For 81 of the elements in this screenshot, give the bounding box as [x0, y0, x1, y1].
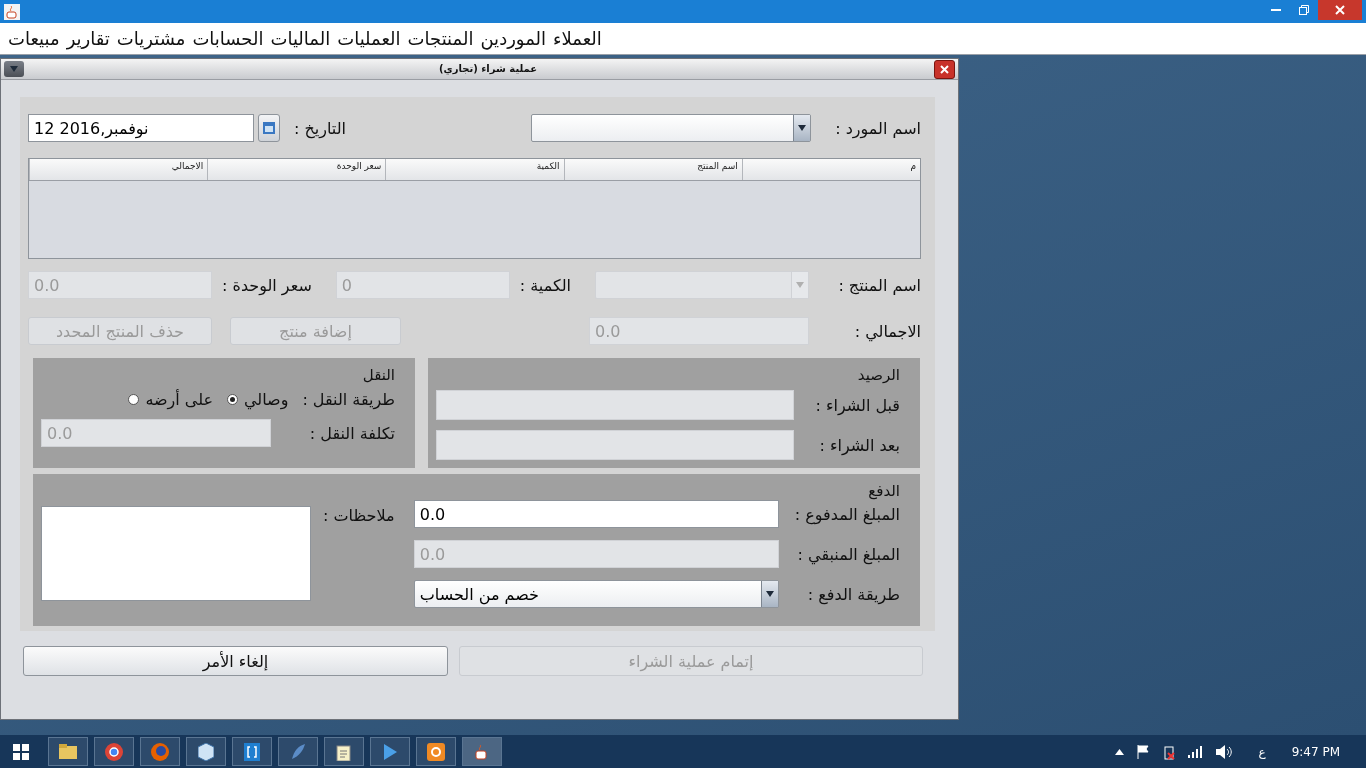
- field-label: طريقة النقل :: [302, 390, 395, 409]
- section-title: الرصيد: [857, 366, 900, 384]
- minimize-icon: [1271, 9, 1281, 11]
- dropdown[interactable]: خصم من الحساب: [413, 580, 779, 608]
- menu-item[interactable]: العملاء: [553, 28, 602, 49]
- feather-icon: [290, 742, 306, 761]
- radio-button[interactable]: [128, 394, 140, 405]
- dropdown[interactable]: [531, 114, 811, 142]
- field-label: المبلغ المنبقي :: [797, 544, 900, 564]
- column-header[interactable]: الاجمالي: [29, 159, 208, 180]
- globe-icon: [105, 742, 123, 761]
- cup-icon: [474, 742, 490, 761]
- speaker-icon[interactable]: [1216, 744, 1233, 759]
- notes-field[interactable]: [41, 506, 311, 601]
- menu-item[interactable]: مبيعات: [8, 28, 60, 49]
- caret-icon: [765, 591, 774, 597]
- folder-icon: [59, 744, 77, 759]
- field-label: طريقة الدفع :: [807, 584, 900, 604]
- dialog-title: عملية شراء (تجاري): [439, 63, 538, 74]
- caret-icon: [798, 125, 806, 131]
- menu-item[interactable]: الماليات: [270, 28, 331, 49]
- bracket-icon: [244, 742, 260, 761]
- section-title: النقل: [362, 366, 395, 384]
- calendar-icon: [263, 122, 275, 134]
- column-header[interactable]: سعر الوحدة: [207, 159, 386, 180]
- app-icon: [427, 742, 445, 761]
- field-label: اسم المنتج :: [837, 275, 921, 295]
- taskbar-button[interactable]: [94, 737, 134, 766]
- menu-item[interactable]: مشتريات: [116, 28, 186, 49]
- input-field[interactable]: 0.0: [413, 500, 779, 528]
- radio-label[interactable]: على أرضه: [145, 390, 213, 409]
- menu-item[interactable]: الحسابات: [192, 28, 264, 49]
- menu-item[interactable]: الموردين: [480, 28, 547, 49]
- menu-button[interactable]: [4, 61, 24, 77]
- button[interactable]: إلغاء الأمر: [23, 646, 448, 676]
- windows-icon: [13, 743, 29, 760]
- flag-icon[interactable]: [1136, 744, 1151, 759]
- field-label: بعد الشراء :: [819, 435, 900, 455]
- field-label: تكلفة النقل :: [309, 423, 395, 443]
- field-label: قبل الشراء :: [815, 395, 900, 415]
- field-label: التاريخ :: [294, 118, 346, 138]
- taskbar-button[interactable]: [324, 737, 364, 766]
- menu-item[interactable]: العمليات: [337, 28, 401, 49]
- notepad-icon: [336, 742, 352, 761]
- field-label: الكمية :: [519, 275, 572, 295]
- calendar-button[interactable]: [258, 114, 280, 142]
- column-header[interactable]: م: [741, 159, 920, 180]
- field-label: اسم المورد :: [834, 118, 921, 138]
- section-title: الدفع: [868, 482, 900, 500]
- taskbar-button[interactable]: [48, 737, 88, 766]
- signal-icon[interactable]: [1188, 745, 1205, 758]
- column-header[interactable]: الكمية: [385, 159, 564, 180]
- caret-up-icon[interactable]: [1115, 748, 1125, 755]
- menu-item[interactable]: تقارير: [66, 28, 110, 49]
- taskbar-button[interactable]: [232, 737, 272, 766]
- menu-item[interactable]: المنتجات: [407, 28, 474, 49]
- globe-icon: [151, 742, 169, 761]
- close-icon: [1335, 5, 1345, 15]
- taskbar-button[interactable]: [186, 737, 226, 766]
- close-icon: [940, 64, 949, 74]
- field-label: سعر الوحدة :: [222, 275, 312, 295]
- close-button[interactable]: [934, 59, 955, 79]
- field-label: ملاحظات :: [323, 506, 395, 525]
- cup-icon: [4, 3, 20, 20]
- taskbar-button[interactable]: [462, 737, 502, 766]
- caret-icon: [796, 282, 804, 288]
- date-field[interactable]: 12 2016,نوفمبر: [28, 114, 254, 142]
- language-indicator[interactable]: ع: [1258, 744, 1266, 759]
- radio-label[interactable]: وصالي: [244, 390, 289, 409]
- field-label: الاجمالي :: [853, 321, 921, 341]
- taskbar-button[interactable]: [416, 737, 456, 766]
- cube-icon: [198, 742, 214, 761]
- input-field[interactable]: [436, 430, 794, 460]
- clock[interactable]: 9:47 PM: [1291, 744, 1340, 759]
- caret-icon: [10, 66, 18, 72]
- field-label: المبلغ المدفوع :: [794, 504, 900, 524]
- input-field[interactable]: [436, 390, 794, 420]
- column-header[interactable]: اسم المنتج: [563, 159, 742, 180]
- radio-button[interactable]: [227, 394, 238, 405]
- restore-icon: [1299, 5, 1309, 15]
- play-icon: [382, 742, 398, 761]
